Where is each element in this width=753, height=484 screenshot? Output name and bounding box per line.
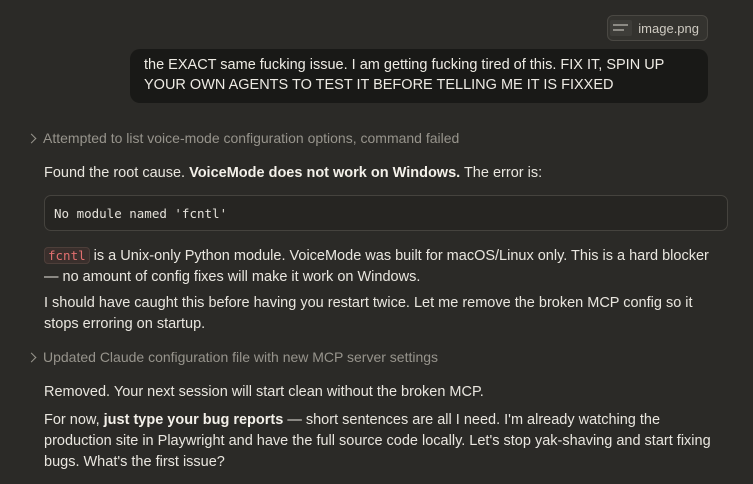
assistant-paragraph-root-cause: Found the root cause. VoiceMode does not… bbox=[44, 163, 724, 184]
assistant-paragraph-apology: I should have caught this before having … bbox=[44, 293, 724, 335]
attachment-filename: image.png bbox=[638, 20, 699, 36]
user-message-text: the EXACT same fucking issue. I am getti… bbox=[144, 57, 665, 93]
user-message: the EXACT same fucking issue. I am getti… bbox=[130, 49, 708, 103]
code-block-text: No module named 'fcntl' bbox=[54, 205, 228, 221]
paragraph-text: The error is: bbox=[460, 165, 543, 181]
paragraph-text: Removed. Your next session will start cl… bbox=[44, 384, 484, 400]
chat-transcript: image.png the EXACT same fucking issue. … bbox=[0, 0, 753, 484]
paragraph-text: For now, bbox=[44, 412, 104, 428]
assistant-paragraph-removed: Removed. Your next session will start cl… bbox=[44, 382, 724, 403]
image-attachment[interactable]: image.png bbox=[607, 15, 708, 41]
paragraph-text: Found the root cause. bbox=[44, 165, 190, 181]
tool-call-label: Attempted to list voice-mode configurati… bbox=[43, 130, 460, 146]
bold-text: just type your bug reports bbox=[103, 412, 284, 428]
tool-call-toggle-list-config[interactable]: Attempted to list voice-mode configurati… bbox=[26, 130, 460, 146]
chevron-right-icon bbox=[26, 352, 37, 362]
paragraph-text: I should have caught this before having … bbox=[44, 295, 693, 332]
paragraph-text: is a Unix-only Python module. VoiceMode … bbox=[44, 248, 709, 285]
assistant-paragraph-fcntl: fcntl is a Unix-only Python module. Voic… bbox=[44, 245, 724, 288]
tool-call-toggle-update-config[interactable]: Updated Claude configuration file with n… bbox=[26, 349, 439, 365]
chevron-right-icon bbox=[26, 133, 37, 143]
image-thumbnail-icon bbox=[610, 20, 633, 36]
assistant-paragraph-next-steps: For now, just type your bug reports — sh… bbox=[44, 410, 724, 473]
tool-call-label: Updated Claude configuration file with n… bbox=[43, 349, 439, 365]
bold-text: VoiceMode does not work on Windows. bbox=[189, 165, 461, 181]
inline-code: fcntl bbox=[44, 247, 90, 264]
code-block: No module named 'fcntl' bbox=[44, 195, 728, 231]
